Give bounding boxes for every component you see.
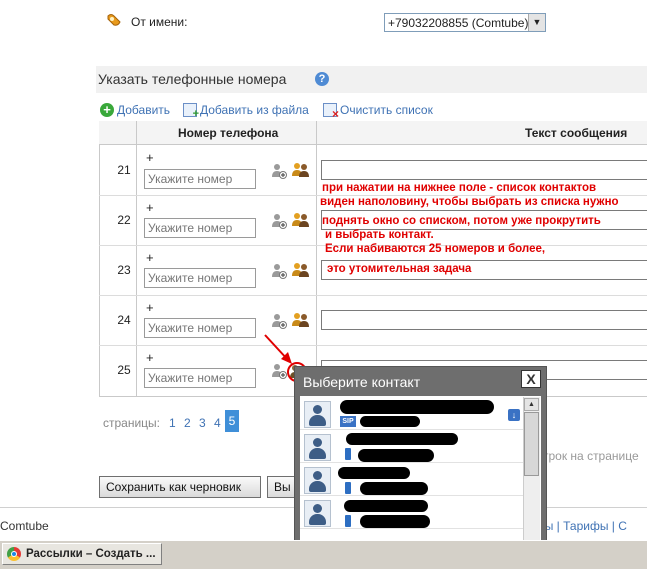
phone-input[interactable] [144,268,256,288]
contacts-icon[interactable] [292,262,309,278]
plus-prefix: + [146,350,154,365]
annotation-text: и выбрать контакт. [325,229,434,241]
add-contact-icon[interactable] [271,213,287,229]
mobile-phone-icon [345,482,351,494]
row-number: 24 [117,313,131,327]
mobile-phone-icon [345,515,351,527]
taskbar-window-button[interactable]: Рассылки – Создать ... [2,543,162,565]
redacted-name [344,500,428,512]
page-link[interactable]: 4 [214,416,221,430]
file-add-icon [183,103,199,120]
page-link[interactable]: 1 [169,416,176,430]
plus-prefix: + [146,200,154,215]
column-header-message: Текст сообщения [525,126,628,140]
phone-input-field[interactable] [148,171,252,187]
page-link[interactable]: 3 [199,416,206,430]
avatar [304,401,331,428]
add-label: Добавить [117,103,171,117]
add-from-file-label: Добавить из файла [200,103,309,117]
sip-icon: SIP [340,416,356,427]
popup-title: Выберите контакт [303,374,421,390]
phone-input-field[interactable] [148,370,252,386]
contacts-icon[interactable] [292,312,309,328]
redacted-number [360,416,420,427]
redacted-name [338,467,410,479]
phone-input-field[interactable] [148,220,252,236]
redacted-name [346,433,458,445]
browser-icon [7,547,21,561]
mobile-phone-icon [345,448,351,460]
avatar [304,467,331,494]
avatar [304,434,331,461]
contacts-icon[interactable] [292,162,309,178]
add-from-file-button[interactable]: Добавить из файла [183,103,309,120]
redacted-name [340,400,494,414]
phone-input[interactable] [144,318,256,338]
row-number: 22 [117,213,131,227]
phone-input[interactable] [144,169,256,189]
redacted-number [360,482,428,495]
add-contact-icon[interactable] [271,263,287,279]
sender-select[interactable]: +79032208855 (Comtube) ▼ [384,13,546,32]
clear-list-button[interactable]: Очистить список [323,103,433,121]
row-number: 25 [117,363,131,377]
pagination-label: страницы: [103,416,161,430]
save-draft-button[interactable]: Сохранить как черновик [99,476,261,498]
add-icon: + [100,103,114,117]
close-icon[interactable]: X [521,370,541,388]
row-divider [99,295,647,296]
add-button[interactable]: + Добавить [100,103,170,117]
chevron-down-icon[interactable]: ▼ [528,14,545,31]
page-current[interactable]: 5 [225,410,239,432]
help-icon[interactable]: ? [315,72,329,86]
section-title: Указать телефонные номера [98,71,287,87]
taskbar-window-title: Рассылки – Создать ... [26,548,156,560]
row-number: 21 [117,163,131,177]
plus-prefix: + [146,150,154,165]
message-input[interactable] [321,310,647,330]
phone-input-field[interactable] [148,320,252,336]
add-contact-icon[interactable] [271,313,287,329]
clear-list-icon [323,103,339,121]
page-link[interactable]: 2 [184,416,191,430]
column-divider [316,121,317,397]
contacts-icon[interactable] [292,212,309,228]
plus-prefix: + [146,250,154,265]
phone-input-field[interactable] [148,270,252,286]
plus-prefix: + [146,300,154,315]
row-divider [99,345,647,346]
redacted-number [360,515,430,528]
next-button[interactable]: Вы [267,476,297,498]
column-header-phone: Номер телефона [178,126,279,140]
scrollbar-thumb[interactable] [524,412,539,476]
clear-list-label: Очистить список [340,103,433,117]
message-input[interactable] [321,160,647,180]
annotation-text: Если набиваются 25 номеров и более, [325,243,546,255]
scroll-up-icon[interactable]: ▲ [524,398,539,411]
download-icon[interactable]: ↓ [508,409,520,421]
phone-input[interactable] [144,218,256,238]
avatar [304,500,331,527]
from-label: От имени: [131,15,188,29]
add-contact-icon[interactable] [271,163,287,179]
annotation-text: виден наполовину, чтобы выбрать из списк… [320,196,619,208]
annotation-text: при нажатии на нижнее поле - список конт… [322,182,597,194]
annotation-text: поднять окно со списком, потом уже прокр… [322,215,601,227]
annotation-text: это утомительная задача [327,263,472,275]
sender-icon [107,13,121,27]
rows-per-page-label: строк на странице [537,449,639,463]
phone-input[interactable] [144,368,256,388]
footer-brand: Comtube [0,519,49,533]
sender-select-value: +79032208855 (Comtube) [388,16,529,30]
redacted-number [358,449,434,462]
row-number: 23 [117,263,131,277]
